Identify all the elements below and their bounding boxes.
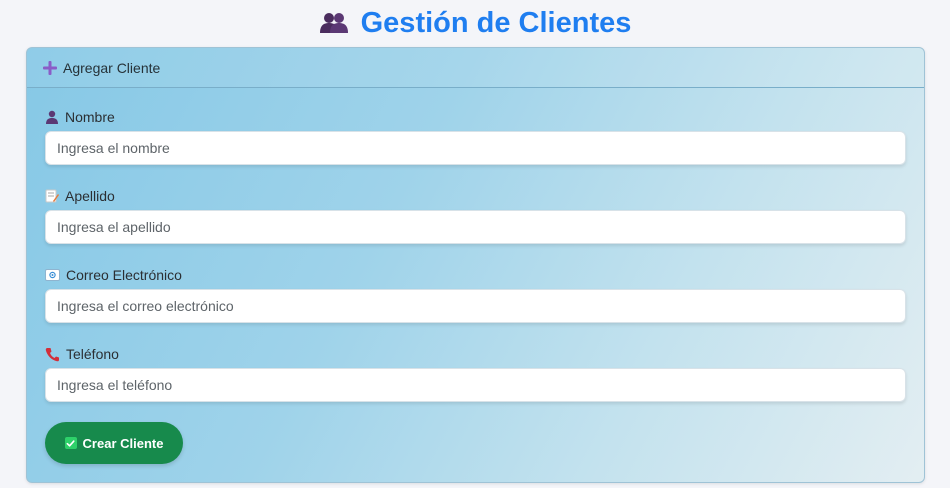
page-title: Gestión de Clientes: [0, 6, 950, 40]
field-label-apellido: Apellido: [45, 187, 906, 205]
create-client-button-label: Crear Cliente: [82, 435, 164, 451]
users-icon: [319, 11, 349, 35]
card-header: Agregar Cliente: [27, 48, 924, 88]
create-client-button[interactable]: Crear Cliente: [45, 422, 183, 464]
card-header-label: Agregar Cliente: [63, 59, 161, 76]
field-label-text: Apellido: [65, 188, 115, 204]
page-title-text: Gestión de Clientes: [360, 6, 632, 39]
phone-icon: [45, 347, 60, 362]
checkmark-icon: [64, 437, 77, 449]
apellido-input[interactable]: [45, 210, 906, 244]
person-icon: [45, 110, 59, 124]
field-correo: Correo Electrónico: [45, 266, 906, 323]
add-client-card: Agregar Cliente Nombre Ingresa el nombre…: [26, 47, 925, 483]
field-apellido: Apellido: [45, 187, 906, 244]
telefono-input[interactable]: [45, 368, 906, 402]
nombre-input[interactable]: [45, 131, 906, 165]
email-input[interactable]: [45, 289, 906, 323]
field-label-telefono: Teléfono: [45, 345, 906, 363]
field-telefono: Teléfono: [45, 345, 906, 402]
field-label-nombre: Nombre: [45, 108, 906, 126]
email-icon: [45, 269, 60, 281]
field-nombre: Nombre: [45, 108, 906, 165]
plus-icon: [43, 60, 57, 75]
field-label-correo: Correo Electrónico: [45, 266, 906, 284]
field-label-text: Correo Electrónico: [66, 267, 182, 283]
memo-icon: [45, 189, 59, 203]
field-label-text: Teléfono: [66, 346, 119, 362]
field-label-text: Nombre: [65, 109, 115, 125]
